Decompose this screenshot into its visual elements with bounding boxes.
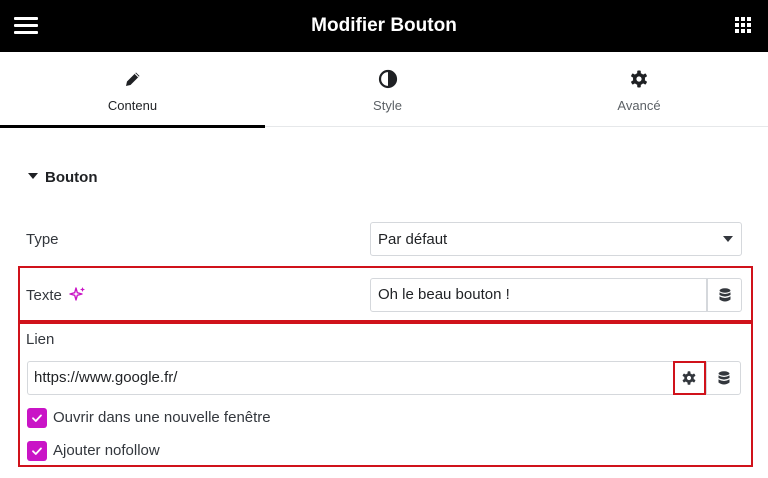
checkbox-label: Ajouter nofollow xyxy=(53,442,160,459)
checkbox-new-window[interactable]: Ouvrir dans une nouvelle fenêtre xyxy=(27,408,327,430)
texte-input[interactable]: Oh le beau bouton ! xyxy=(370,278,707,312)
tab-label: Contenu xyxy=(107,98,158,113)
texte-dynamic-tags-button[interactable] xyxy=(707,278,742,312)
type-label: Type xyxy=(26,231,59,248)
panel-tabs: Contenu Style Avancé xyxy=(0,52,768,128)
checkbox-label: Ouvrir dans une nouvelle fenêtre xyxy=(53,409,271,426)
lien-dynamic-tags-button[interactable] xyxy=(706,361,741,395)
link-options-button[interactable] xyxy=(671,361,706,395)
tab-style[interactable]: Style xyxy=(265,52,510,127)
lien-label: Lien xyxy=(26,331,55,348)
type-select[interactable]: Par défaut xyxy=(370,222,742,256)
database-icon xyxy=(718,371,730,385)
lien-url-input[interactable]: https://www.google.fr/ xyxy=(27,361,671,395)
tab-avance[interactable]: Avancé xyxy=(510,52,768,127)
section-toggle-bouton[interactable]: Bouton xyxy=(28,169,97,186)
caret-down-icon xyxy=(28,173,38,179)
tab-label: Style xyxy=(373,98,402,113)
grid-apps-icon[interactable] xyxy=(735,17,752,34)
half-circle-contrast-icon xyxy=(378,69,398,89)
panel-title: Modifier Bouton xyxy=(311,15,457,36)
gear-icon xyxy=(629,69,649,89)
checkbox-nofollow[interactable]: Ajouter nofollow xyxy=(27,441,227,463)
checkbox-checked[interactable] xyxy=(27,441,47,461)
editor-header: Modifier Bouton xyxy=(0,0,768,52)
sparkle-ai-icon[interactable] xyxy=(69,286,86,306)
checkbox-checked[interactable] xyxy=(27,408,47,428)
tab-label: Avancé xyxy=(617,98,661,113)
chevron-down-icon xyxy=(723,236,733,242)
pencil-icon xyxy=(123,69,143,89)
database-icon xyxy=(719,288,731,302)
texte-label: Texte xyxy=(26,286,86,306)
gear-icon xyxy=(682,371,696,385)
tab-contenu[interactable]: Contenu xyxy=(0,52,265,128)
texte-label-text: Texte xyxy=(26,287,62,304)
checkmark-icon xyxy=(32,447,42,455)
checkmark-icon xyxy=(32,414,42,422)
section-title: Bouton xyxy=(45,169,98,186)
type-select-value: Par défaut xyxy=(378,231,448,248)
